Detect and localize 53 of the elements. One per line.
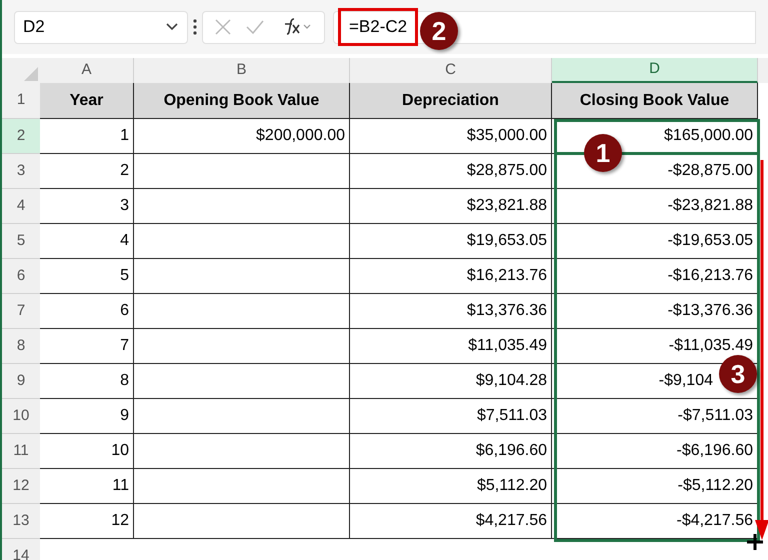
row-header[interactable]: 1: [2, 83, 40, 119]
formula-field[interactable]: =B2-C2: [338, 8, 418, 46]
more-options-icon: [192, 18, 198, 36]
column-heading-cell: Depreciation: [350, 83, 552, 119]
table-cell: 6: [40, 294, 134, 329]
table-cell: 11: [40, 469, 134, 504]
row-header[interactable]: 11: [2, 434, 40, 469]
table-cell: $35,000.00: [350, 119, 552, 154]
select-all-icon[interactable]: [24, 67, 38, 81]
column-heading-cell: Opening Book Value: [134, 83, 350, 119]
table-cell: $23,821.88: [350, 189, 552, 224]
table-cell: $19,653.05: [350, 224, 552, 259]
row-header[interactable]: 3: [2, 154, 40, 189]
table-cell: 9: [40, 399, 134, 434]
row-header[interactable]: 8: [2, 329, 40, 364]
table-cell: $9,104.28: [350, 364, 552, 399]
arrow-icon: [754, 160, 768, 542]
table-cell: $28,875.00: [350, 154, 552, 189]
column-heading-cell: Closing Book Value: [552, 83, 758, 119]
table-cell: 5: [40, 259, 134, 294]
row-header[interactable]: 6: [2, 259, 40, 294]
table-cell: 2: [40, 154, 134, 189]
table-cell: $13,376.36: [350, 294, 552, 329]
table-cell: 10: [40, 434, 134, 469]
table-cell: $6,196.60: [350, 434, 552, 469]
table-cell: $7,511.03: [350, 399, 552, 434]
table-cell: 8: [40, 364, 134, 399]
row-header[interactable]: 12: [2, 469, 40, 504]
column-header[interactable]: D: [552, 58, 758, 83]
table-cell: $5,112.20: [350, 469, 552, 504]
row-header[interactable]: 10: [2, 399, 40, 434]
column-heading-cell: Year: [40, 83, 134, 119]
table-cell: 4: [40, 224, 134, 259]
fill-handle-cursor-icon: [746, 533, 764, 551]
name-box[interactable]: D2: [14, 10, 188, 44]
row-header[interactable]: 5: [2, 224, 40, 259]
row-header[interactable]: 2: [2, 119, 40, 154]
table-cell: 3: [40, 189, 134, 224]
row-header[interactable]: 13: [2, 504, 40, 539]
table-cell: 12: [40, 504, 134, 539]
table-cell: $200,000.00: [134, 119, 350, 154]
close-icon[interactable]: [214, 18, 232, 36]
table-cell: 7: [40, 329, 134, 364]
table-cell: $4,217.56: [350, 504, 552, 539]
row-header[interactable]: 4: [2, 189, 40, 224]
row-header[interactable]: 14: [2, 539, 40, 560]
table-cell: $16,213.76: [350, 259, 552, 294]
check-icon[interactable]: [245, 19, 266, 35]
chevron-down-icon: [165, 22, 179, 32]
table-cell: $11,035.49: [350, 329, 552, 364]
table-cell: 1: [40, 119, 134, 154]
row-header[interactable]: 9: [2, 364, 40, 399]
row-header[interactable]: 7: [2, 294, 40, 329]
